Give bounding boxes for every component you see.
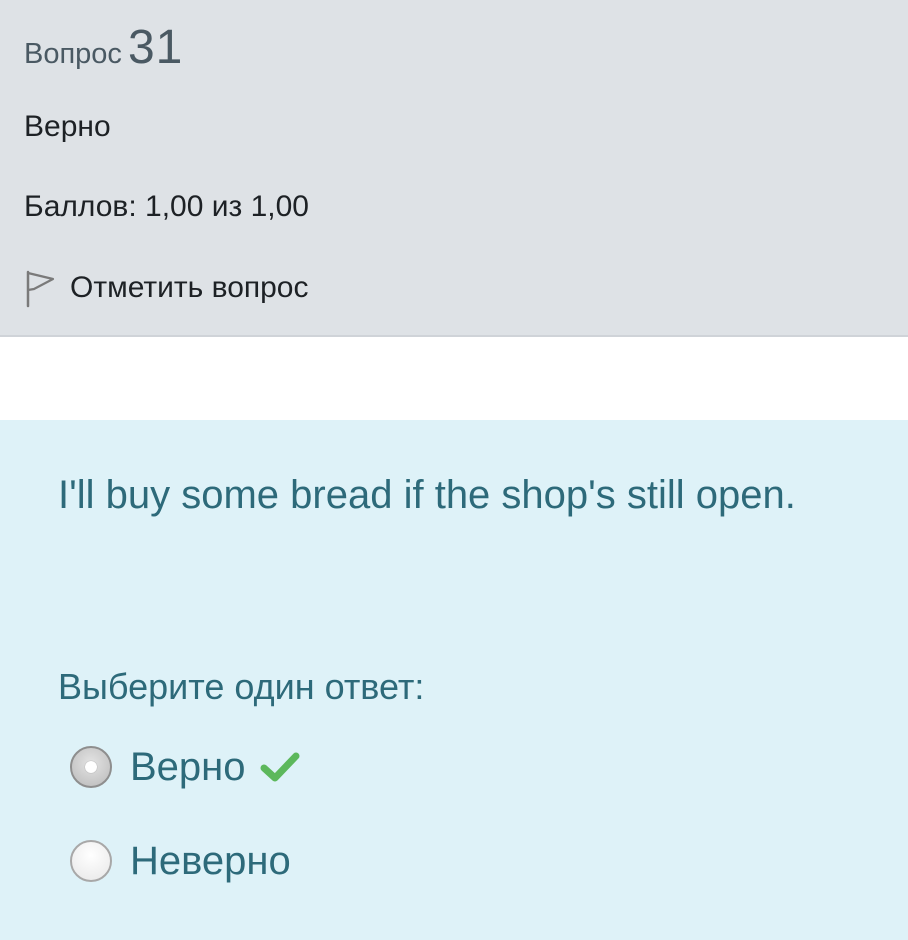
answer-option-false[interactable]: Неверно [70,836,291,886]
answer-option-true[interactable]: Верно [70,742,300,792]
question-text: I'll buy some bread if the shop's still … [58,473,796,517]
question-grade: Баллов: 1,00 из 1,00 [24,190,309,223]
check-icon [260,752,300,782]
flag-question-button[interactable]: Отметить вопрос [24,268,309,308]
answer-option-label: Верно [130,744,246,789]
question-label: Вопрос [24,38,122,70]
answer-option-label: Неверно [130,838,291,883]
radio-button-unselected[interactable] [70,840,112,882]
question-heading: Вопрос 31 [24,20,183,75]
flag-question-label: Отметить вопрос [70,271,309,304]
answer-prompt: Выберите один ответ: [58,666,425,707]
question-number: 31 [127,21,184,74]
question-info-panel: Вопрос 31 Верно Баллов: 1,00 из 1,00 Отме… [0,0,908,337]
flag-outline-icon [26,270,55,308]
radio-button-selected[interactable] [70,746,112,788]
question-state: Верно [24,110,111,143]
